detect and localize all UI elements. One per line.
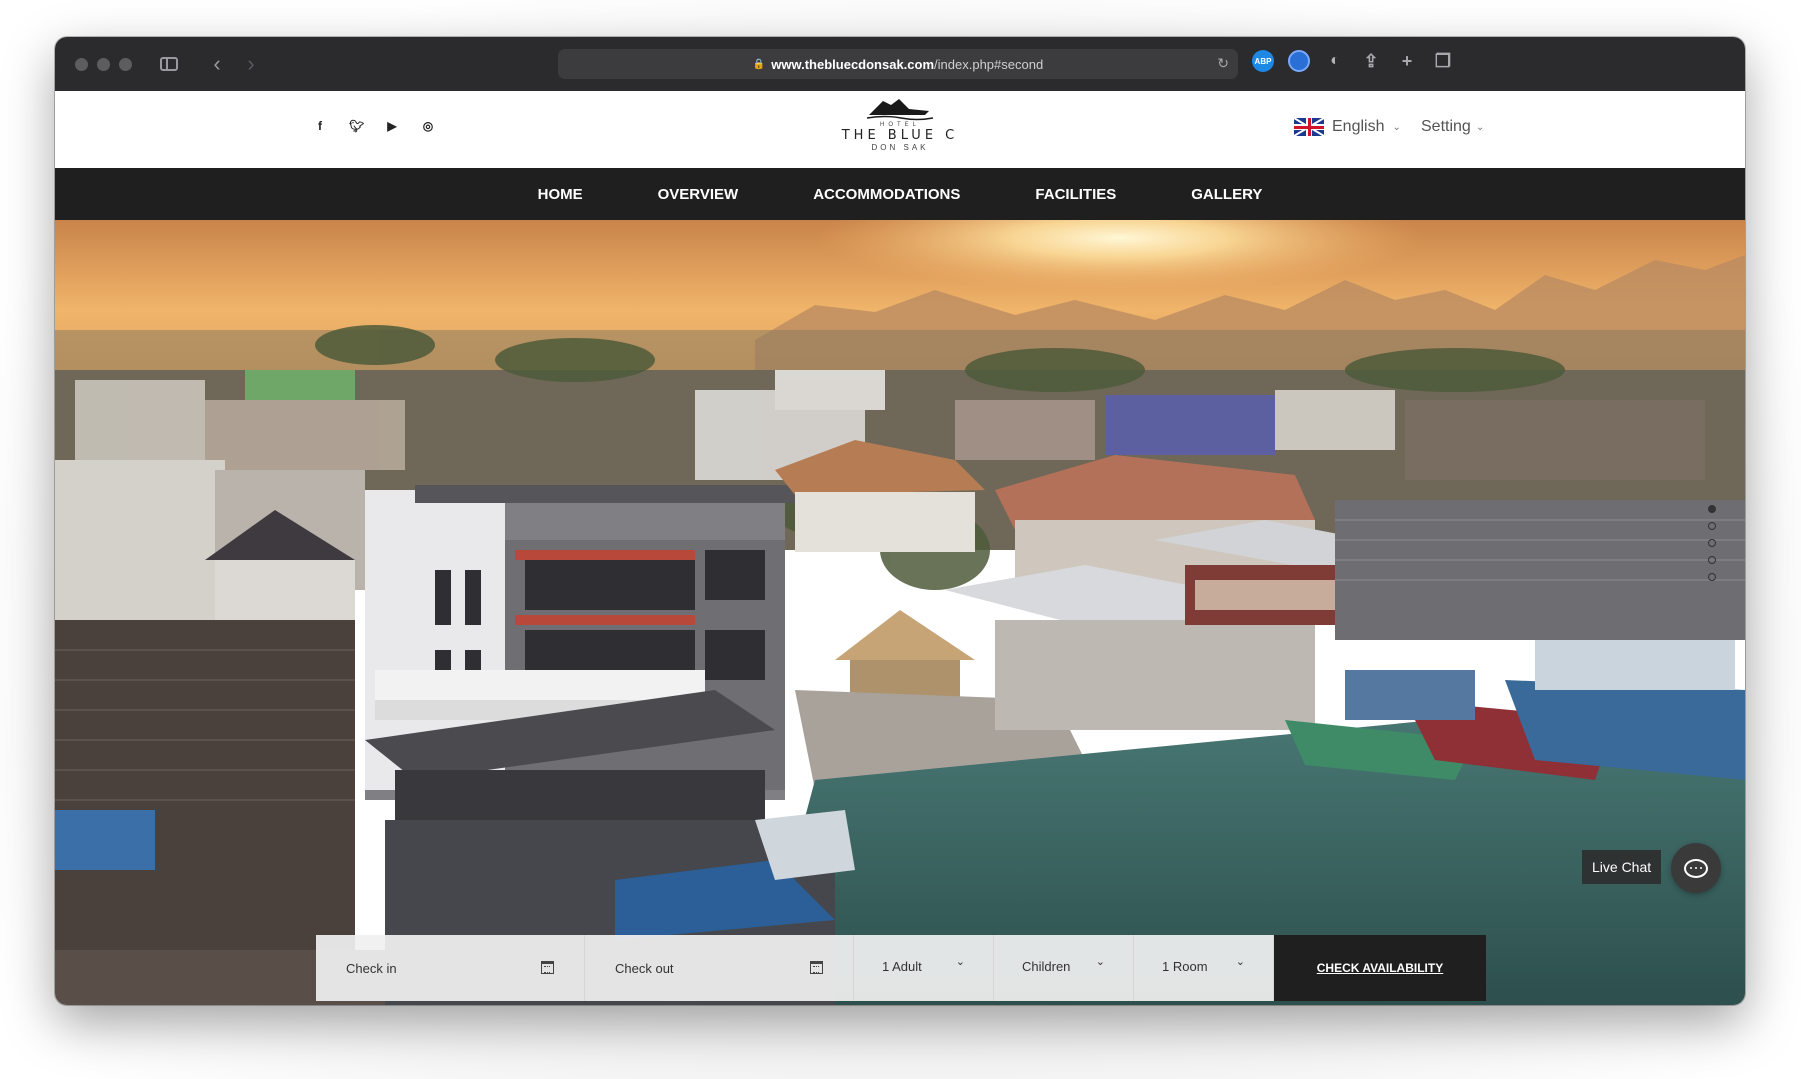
browser-toolbar: ‹ › 🔒 www.thebluecdonsak.com/index.php#s… [55,37,1745,91]
browser-window: ‹ › 🔒 www.thebluecdonsak.com/index.php#s… [55,37,1745,1005]
chevron-down-icon: ⌄ [1095,956,1105,968]
logo-name: THE BLUE C [841,128,959,143]
hero-slider: Live Chat [55,220,1745,1005]
reload-icon[interactable]: ↻ [1217,55,1229,72]
children-select[interactable]: Children ⌄ [994,935,1134,1001]
facebook-icon[interactable]: f [313,119,327,133]
toolbar-extensions: ABP ◐ ⇪ + ❐ [1252,50,1454,72]
live-chat-button[interactable] [1671,843,1721,893]
close-window-button[interactable] [75,57,88,71]
check-out-placeholder: Check out [615,960,674,976]
slide-dot[interactable] [1708,505,1716,513]
check-availability-button[interactable]: CHECK AVAILABILITY [1274,935,1486,1001]
nav-overview[interactable]: OVERVIEW [658,186,739,203]
adults-select[interactable]: 1 Adult ⌄ [854,935,994,1001]
lock-icon: 🔒 [752,58,766,70]
adults-value: 1 Adult [882,958,922,974]
calendar-icon[interactable] [541,961,554,974]
rooms-select[interactable]: 1 Room ⌄ [1134,935,1274,1001]
site-header: f 🐦︎ ▶ ◎ HOTEL THE BLUE C DON SAK Englis… [55,91,1745,168]
zoom-window-button[interactable] [119,57,132,71]
twitter-icon[interactable]: 🐦︎ [349,119,364,133]
new-tab-icon[interactable]: + [1396,50,1418,72]
check-out-field[interactable]: Check out [585,935,854,1001]
rooms-value: 1 Room [1162,958,1208,974]
check-in-field[interactable]: Check in [316,935,585,1001]
slide-dot[interactable] [1708,539,1716,547]
language-label: English [1332,118,1385,135]
share-icon[interactable]: ⇪ [1360,50,1382,72]
chat-bubble-icon [1684,858,1708,878]
slide-dot[interactable] [1708,556,1716,564]
address-bar[interactable]: 🔒 www.thebluecdonsak.com/index.php#secon… [558,49,1238,79]
check-in-placeholder: Check in [346,960,397,976]
chevron-down-icon: ⌄ [1475,121,1485,133]
globe-extension-icon[interactable] [1288,50,1310,72]
language-selector[interactable]: English ⌄ [1294,118,1401,136]
main-navigation: HOME OVERVIEW ACCOMMODATIONS FACILITIES … [55,168,1745,220]
url-host: www.thebluecdonsak.com [771,56,935,72]
setting-label: Setting [1421,118,1471,135]
window-controls [75,57,132,71]
live-chat-label[interactable]: Live Chat [1582,850,1662,884]
children-value: Children [1022,958,1071,974]
privacy-shield-icon[interactable]: ◐ [1324,50,1346,72]
booking-bar: Check in Check out 1 Adult ⌄ Children ⌄ … [316,935,1486,1001]
chevron-down-icon: ⌄ [1392,121,1401,133]
chevron-right-icon: › [247,51,255,76]
sidebar-icon [160,57,178,71]
back-button[interactable]: ‹ [202,49,232,79]
youtube-icon[interactable]: ▶ [385,119,399,133]
nav-facilities[interactable]: FACILITIES [1035,186,1116,203]
chevron-down-icon: ⌄ [955,956,965,968]
url-path: /index.php#second [934,56,1044,72]
logo-location: DON SAK [871,143,929,152]
sidebar-toggle-button[interactable] [154,49,184,79]
nav-gallery[interactable]: GALLERY [1191,186,1262,203]
forward-button[interactable]: › [236,49,266,79]
chevron-left-icon: ‹ [213,51,221,76]
adblock-extension-icon[interactable]: ABP [1252,50,1274,72]
slide-dot[interactable] [1708,573,1716,581]
nav-accommodations[interactable]: ACCOMMODATIONS [813,186,960,203]
minimize-window-button[interactable] [97,57,110,71]
uk-flag-icon [1294,118,1324,136]
calendar-icon[interactable] [810,961,823,974]
slide-dot[interactable] [1708,522,1716,530]
instagram-icon[interactable]: ◎ [421,119,435,133]
tab-overview-icon[interactable]: ❐ [1432,50,1454,72]
slider-pagination [1708,505,1716,581]
chevron-down-icon: ⌄ [1235,956,1245,968]
boat-logo-icon [866,99,934,121]
social-links: f 🐦︎ ▶ ◎ [313,119,435,133]
nav-home[interactable]: HOME [538,186,583,203]
hotel-logo[interactable]: HOTEL THE BLUE C DON SAK [835,95,965,165]
setting-menu[interactable]: Setting ⌄ [1421,118,1484,136]
hero-photo [55,220,1745,1005]
